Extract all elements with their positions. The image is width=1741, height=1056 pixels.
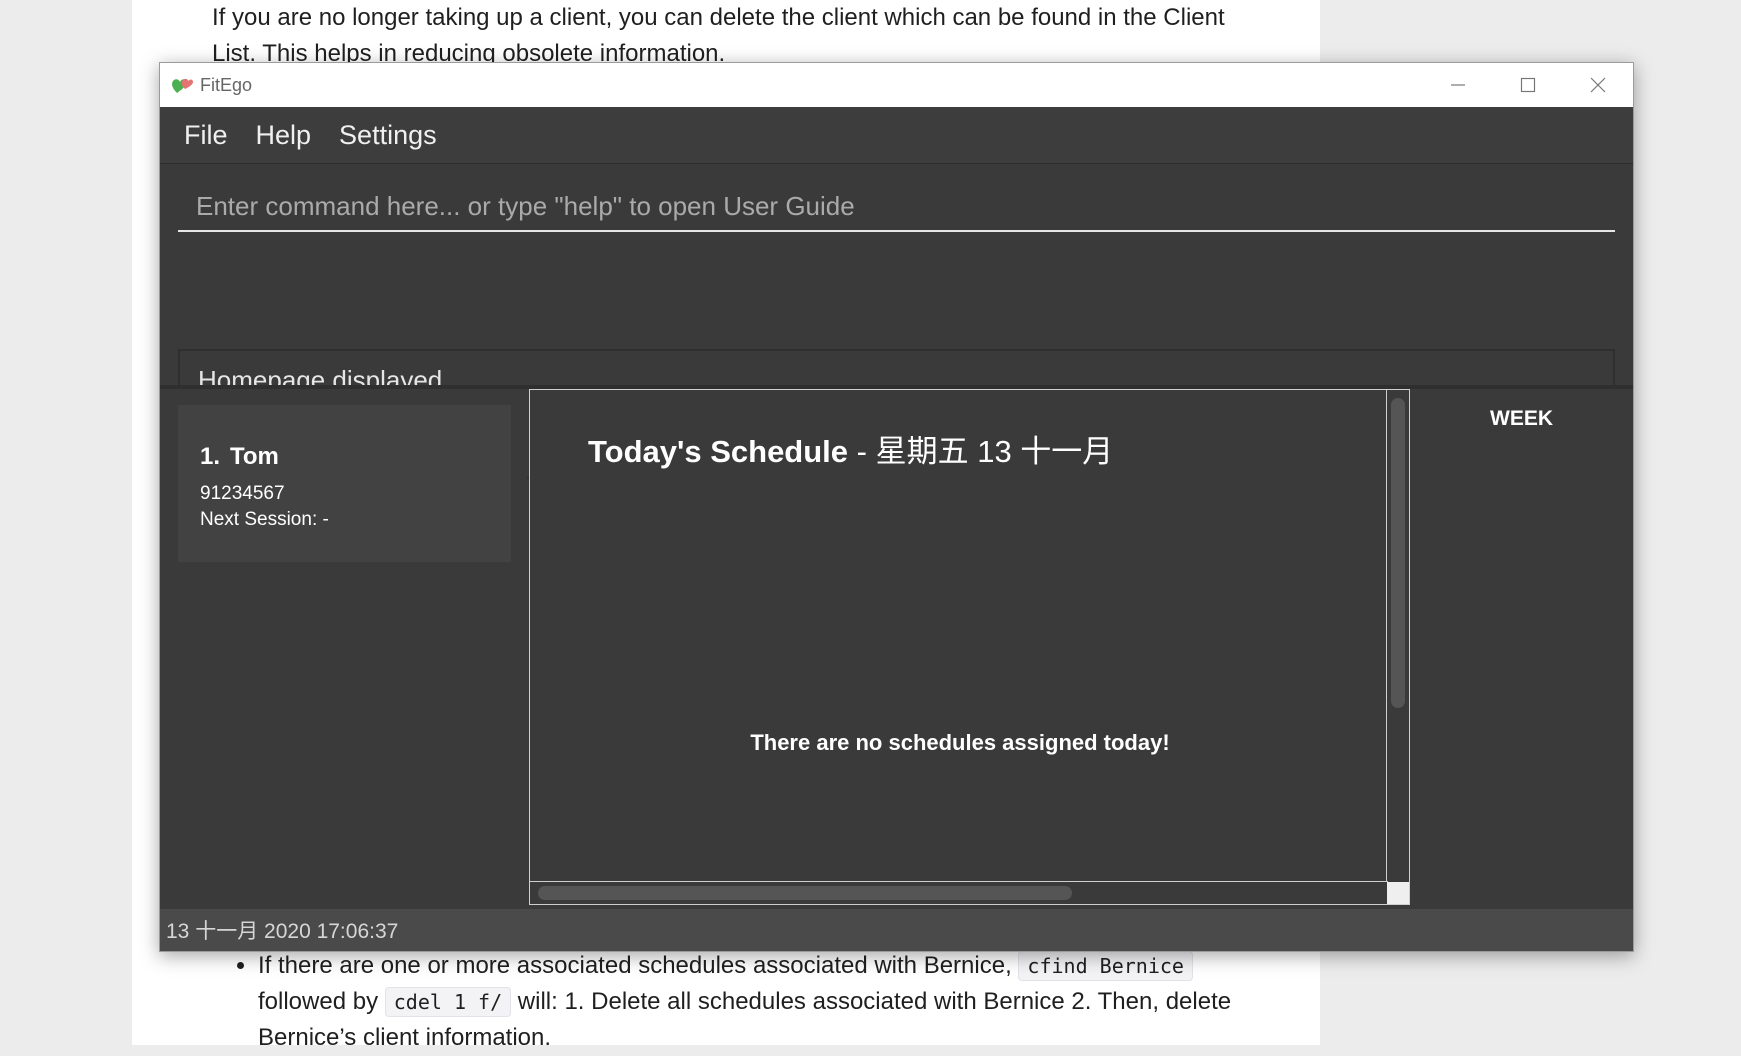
heart-app-icon [170,74,196,96]
vertical-scrollbar[interactable] [1386,390,1409,884]
fitego-window: FitEgo File Help Settings Homepage displ… [159,62,1634,952]
doc-bullet-list: If there are one or more associated sche… [212,948,1232,1056]
maximize-icon[interactable] [1493,63,1563,107]
menu-bar: File Help Settings [160,107,1633,163]
command-area: Homepage displayed. [160,163,1633,479]
status-datetime: 13 十一月 2020 17:06:37 [166,920,399,943]
command-input[interactable] [178,182,1615,232]
menu-settings[interactable]: Settings [339,120,437,151]
minimize-icon[interactable] [1423,63,1493,107]
status-bar: 13 十一月 2020 17:06:37 [160,909,1633,951]
window-controls [1423,63,1633,107]
week-label[interactable]: WEEK [1410,407,1633,431]
schedule-panel[interactable]: Today's Schedule - 星期五 13 十一月 There are … [529,389,1410,905]
close-icon[interactable] [1563,63,1633,107]
client-next-session: Next Session: - [200,509,329,530]
client-phone: 91234567 [200,483,285,504]
schedule-title-bold: Today's Schedule [588,434,849,469]
client-card[interactable]: 1. Tom 91234567 Next Session: - [178,405,511,562]
doc-code-cfind: cfind Bernice [1018,951,1193,981]
window-title: FitEgo [200,74,253,95]
horizontal-scrollbar[interactable] [530,881,1388,904]
doc-code-cdel: cdel 1 f/ [384,987,512,1017]
client-list-panel[interactable]: 1. Tom 91234567 Next Session: - [160,389,527,905]
doc-bullet-text-1: If there are one or more associated sche… [258,952,1019,979]
schedule-empty-message: There are no schedules assigned today! [750,730,1170,755]
client-index: 1. [200,443,221,470]
title-bar[interactable]: FitEgo [160,63,1633,107]
vertical-scroll-thumb[interactable] [1391,398,1405,708]
horizontal-scroll-thumb[interactable] [538,886,1072,900]
doc-bullet-text-2: followed by [258,988,385,1015]
scroll-corner [1387,882,1409,904]
menu-help[interactable]: Help [256,120,312,151]
menu-file[interactable]: File [184,120,228,151]
client-name: Tom [230,443,279,470]
schedule-title: Today's Schedule - 星期五 13 十一月 [588,426,1113,471]
doc-bullet-item: If there are one or more associated sche… [258,948,1232,1056]
client-name-row: 1. Tom [200,443,279,471]
schedule-title-date: - 星期五 13 十一月 [848,434,1114,469]
week-panel: WEEK [1410,389,1633,905]
